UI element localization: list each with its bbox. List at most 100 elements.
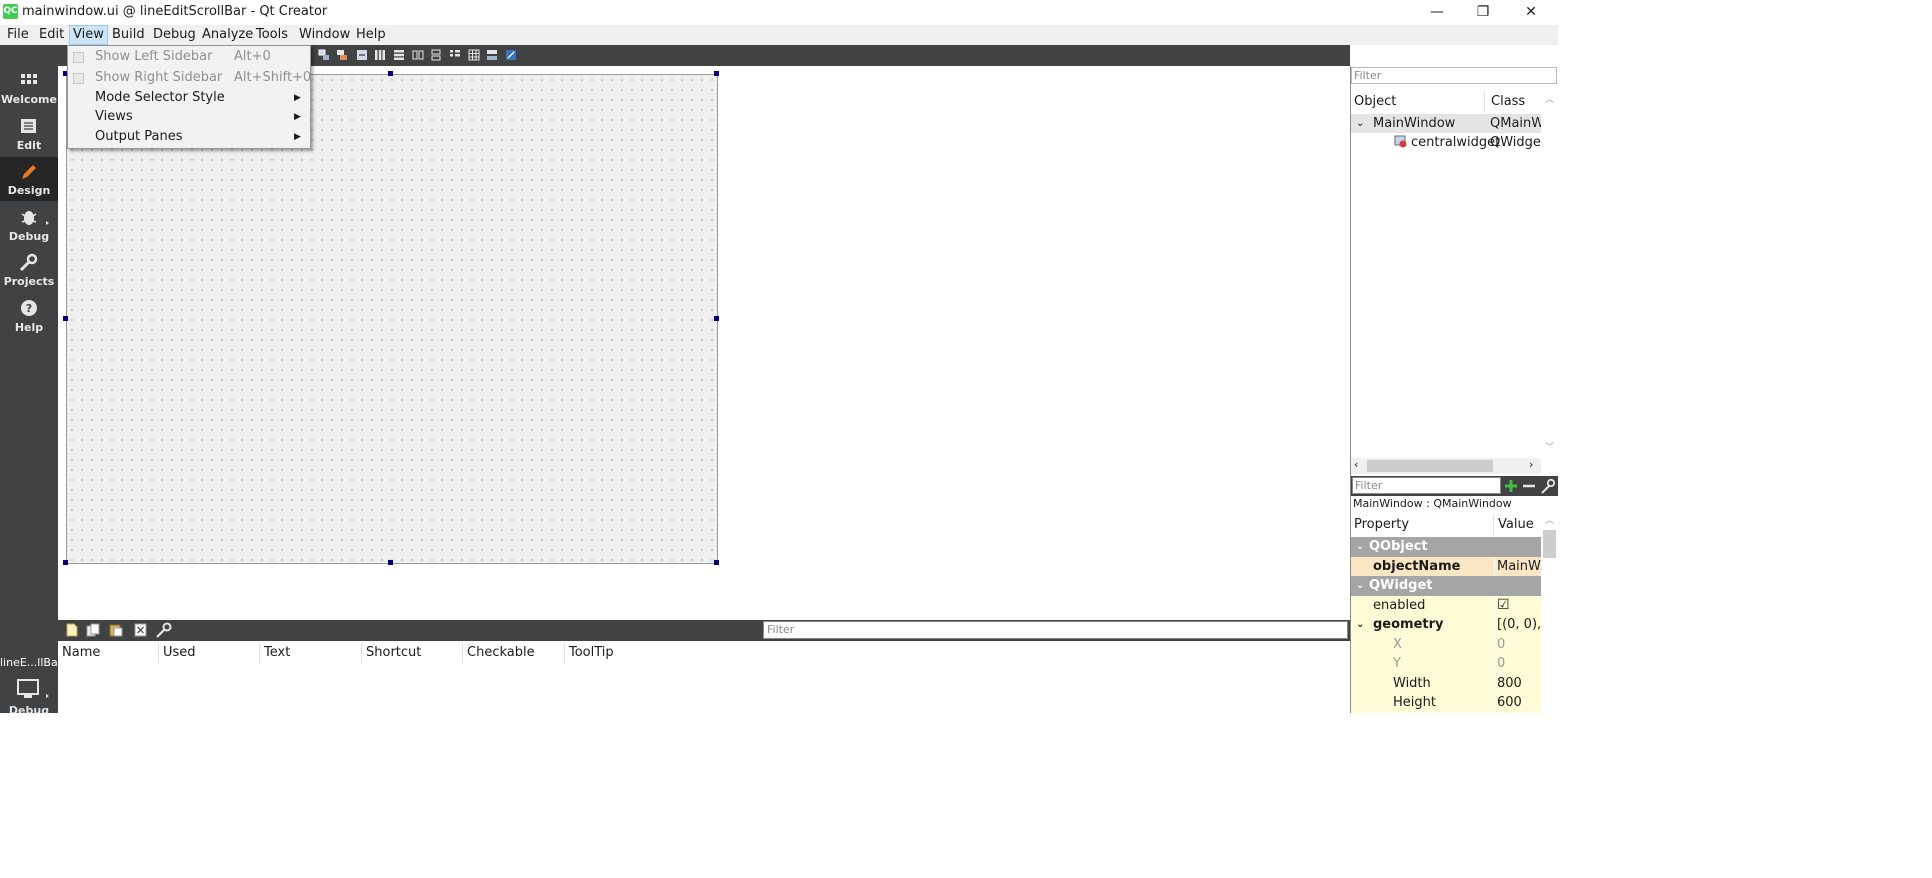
restore-button[interactable]: ❐ <box>1460 0 1506 25</box>
object-inspector-hscrollbar[interactable]: ‹ › <box>1351 458 1541 474</box>
collapse-chevron-icon[interactable]: ⌄ <box>1356 615 1364 634</box>
copy-action-icon[interactable] <box>86 623 101 637</box>
break-layout-icon[interactable] <box>486 49 498 61</box>
property-column-header[interactable]: Property <box>1351 514 1494 536</box>
object-filter-input[interactable]: Filter <box>1351 67 1557 84</box>
property-group-label: QObject <box>1369 539 1428 554</box>
menu-item-output-panes[interactable]: Output Panes ▶ <box>68 127 310 147</box>
mode-debug[interactable]: Debug <box>0 203 58 247</box>
menu-file[interactable]: File <box>4 25 32 45</box>
minimize-button[interactable]: — <box>1414 0 1460 25</box>
resize-handle-right[interactable] <box>714 316 719 321</box>
mode-edit-label: Edit <box>16 139 42 152</box>
new-action-icon[interactable] <box>66 623 78 637</box>
resize-handle-bottom-right[interactable] <box>714 560 719 565</box>
menu-tools[interactable]: Tools <box>253 25 291 45</box>
action-filter-input[interactable]: Filter <box>763 621 1348 639</box>
kit-selector-monitor-icon[interactable]: Debug <box>0 674 58 713</box>
menu-edit[interactable]: Edit <box>36 25 67 45</box>
menu-item-show-left-sidebar[interactable]: Show Left Sidebar Alt+0 <box>68 47 310 67</box>
property-row-height[interactable]: Height 600 <box>1351 693 1541 713</box>
property-row-geometry[interactable]: ⌄ geometry [(0, 0), 8 <box>1351 615 1541 635</box>
property-group-qwidget[interactable]: ⌄ QWidget <box>1351 576 1541 596</box>
property-value[interactable]: 0 <box>1497 635 1505 654</box>
paste-action-icon[interactable] <box>109 623 124 637</box>
property-filter-input[interactable]: Filter <box>1352 477 1501 494</box>
configure-wrench-icon[interactable] <box>1540 478 1556 494</box>
configure-wrench-icon[interactable] <box>155 622 172 638</box>
edit-buddies-icon[interactable] <box>336 49 348 61</box>
property-row-objectname[interactable]: objectName MainWi <box>1351 556 1541 576</box>
column-header-tooltip[interactable]: ToolTip <box>569 645 614 660</box>
resize-handle-top[interactable] <box>388 71 393 76</box>
layout-vertical-icon[interactable] <box>393 49 405 61</box>
menu-view[interactable]: View <box>69 25 108 45</box>
tree-row-centralwidget[interactable]: centralwidget QWidget <box>1351 133 1541 152</box>
collapse-chevron-icon[interactable]: ⌄ <box>1356 576 1364 595</box>
mode-welcome[interactable]: Welcome <box>0 66 58 110</box>
column-header-shortcut[interactable]: Shortcut <box>366 645 421 660</box>
menu-build[interactable]: Build <box>109 25 148 45</box>
class-column-header[interactable]: Class <box>1487 91 1541 113</box>
column-header-checkable[interactable]: Checkable <box>467 645 535 660</box>
column-header-name[interactable]: Name <box>62 645 100 660</box>
adjust-size-icon[interactable] <box>505 49 517 61</box>
scroll-up-arrow-icon[interactable]: ︿ <box>1545 513 1554 526</box>
menu-item-mode-selector-style[interactable]: Mode Selector Style ▶ <box>68 88 310 108</box>
layout-form-icon[interactable] <box>449 49 461 61</box>
add-property-plus-icon[interactable] <box>1504 479 1518 493</box>
object-column-header[interactable]: Object <box>1351 91 1485 113</box>
mode-design[interactable]: Design <box>0 157 58 201</box>
column-header-used[interactable]: Used <box>163 645 196 660</box>
resize-handle-bottom-left[interactable] <box>63 560 68 565</box>
action-list[interactable]: Name Used Text Shortcut Checkable ToolTi… <box>58 641 1350 713</box>
mode-edit[interactable]: Edit <box>0 112 58 156</box>
remove-property-minus-icon[interactable] <box>1522 479 1536 493</box>
scroll-right-arrow-icon[interactable]: › <box>1529 458 1533 471</box>
menu-help[interactable]: Help <box>353 25 389 45</box>
collapse-chevron-icon[interactable]: ⌄ <box>1356 537 1364 556</box>
scroll-thumb[interactable] <box>1543 530 1556 558</box>
object-inspector-vscrollbar[interactable]: ︿ ﹀ <box>1541 90 1558 458</box>
form-design-area[interactable] <box>58 66 1350 621</box>
value-column-header[interactable]: Value <box>1495 514 1541 536</box>
layout-v-splitter-icon[interactable] <box>430 49 442 61</box>
resize-handle-bottom[interactable] <box>388 560 393 565</box>
scroll-left-arrow-icon[interactable]: ‹ <box>1354 458 1358 471</box>
layout-grid-icon[interactable] <box>468 49 480 61</box>
delete-action-icon[interactable] <box>134 623 147 637</box>
scroll-thumb[interactable] <box>1367 460 1493 472</box>
property-editor-vscrollbar[interactable]: ︿ <box>1541 512 1558 713</box>
property-value[interactable]: 800 <box>1497 674 1522 693</box>
layout-horizontal-icon[interactable] <box>374 49 386 61</box>
close-button[interactable]: ✕ <box>1508 0 1554 25</box>
property-value[interactable]: MainWi <box>1497 557 1541 576</box>
property-value[interactable]: 0 <box>1497 654 1505 673</box>
property-row-y[interactable]: Y 0 <box>1351 654 1541 674</box>
property-row-enabled[interactable]: enabled ☑ <box>1351 595 1541 615</box>
menu-item-show-right-sidebar[interactable]: Show Right Sidebar Alt+Shift+0 <box>68 68 311 88</box>
resize-handle-top-right[interactable] <box>714 71 719 76</box>
property-value[interactable]: 600 <box>1497 693 1522 712</box>
column-header-text[interactable]: Text <box>264 645 290 660</box>
property-row-width[interactable]: Width 800 <box>1351 673 1541 693</box>
scroll-down-arrow-icon[interactable]: ﹀ <box>1545 440 1554 453</box>
menu-window[interactable]: Window <box>296 25 353 45</box>
enabled-checkbox[interactable]: ☑ <box>1497 596 1510 615</box>
welcome-grid-icon <box>21 74 37 84</box>
mode-projects[interactable]: Projects <box>0 248 58 292</box>
menu-debug[interactable]: Debug <box>150 25 199 45</box>
property-group-qobject[interactable]: ⌄ QObject <box>1351 537 1541 557</box>
property-row-x[interactable]: X 0 <box>1351 634 1541 654</box>
layout-break-icon[interactable] <box>318 49 330 61</box>
expand-chevron-icon[interactable]: ⌄ <box>1356 114 1364 133</box>
property-value[interactable]: [(0, 0), 8 <box>1497 615 1541 634</box>
tree-row-mainwindow[interactable]: ⌄ MainWindow QMainWi <box>1351 114 1541 133</box>
edit-tab-order-icon[interactable] <box>356 49 368 61</box>
resize-handle-left[interactable] <box>63 316 68 321</box>
layout-h-splitter-icon[interactable] <box>412 49 424 61</box>
menu-analyze[interactable]: Analyze <box>199 25 256 45</box>
scroll-up-arrow-icon[interactable]: ︿ <box>1545 92 1554 105</box>
menu-item-views[interactable]: Views ▶ <box>68 107 310 127</box>
mode-help[interactable]: ? Help <box>0 294 58 338</box>
